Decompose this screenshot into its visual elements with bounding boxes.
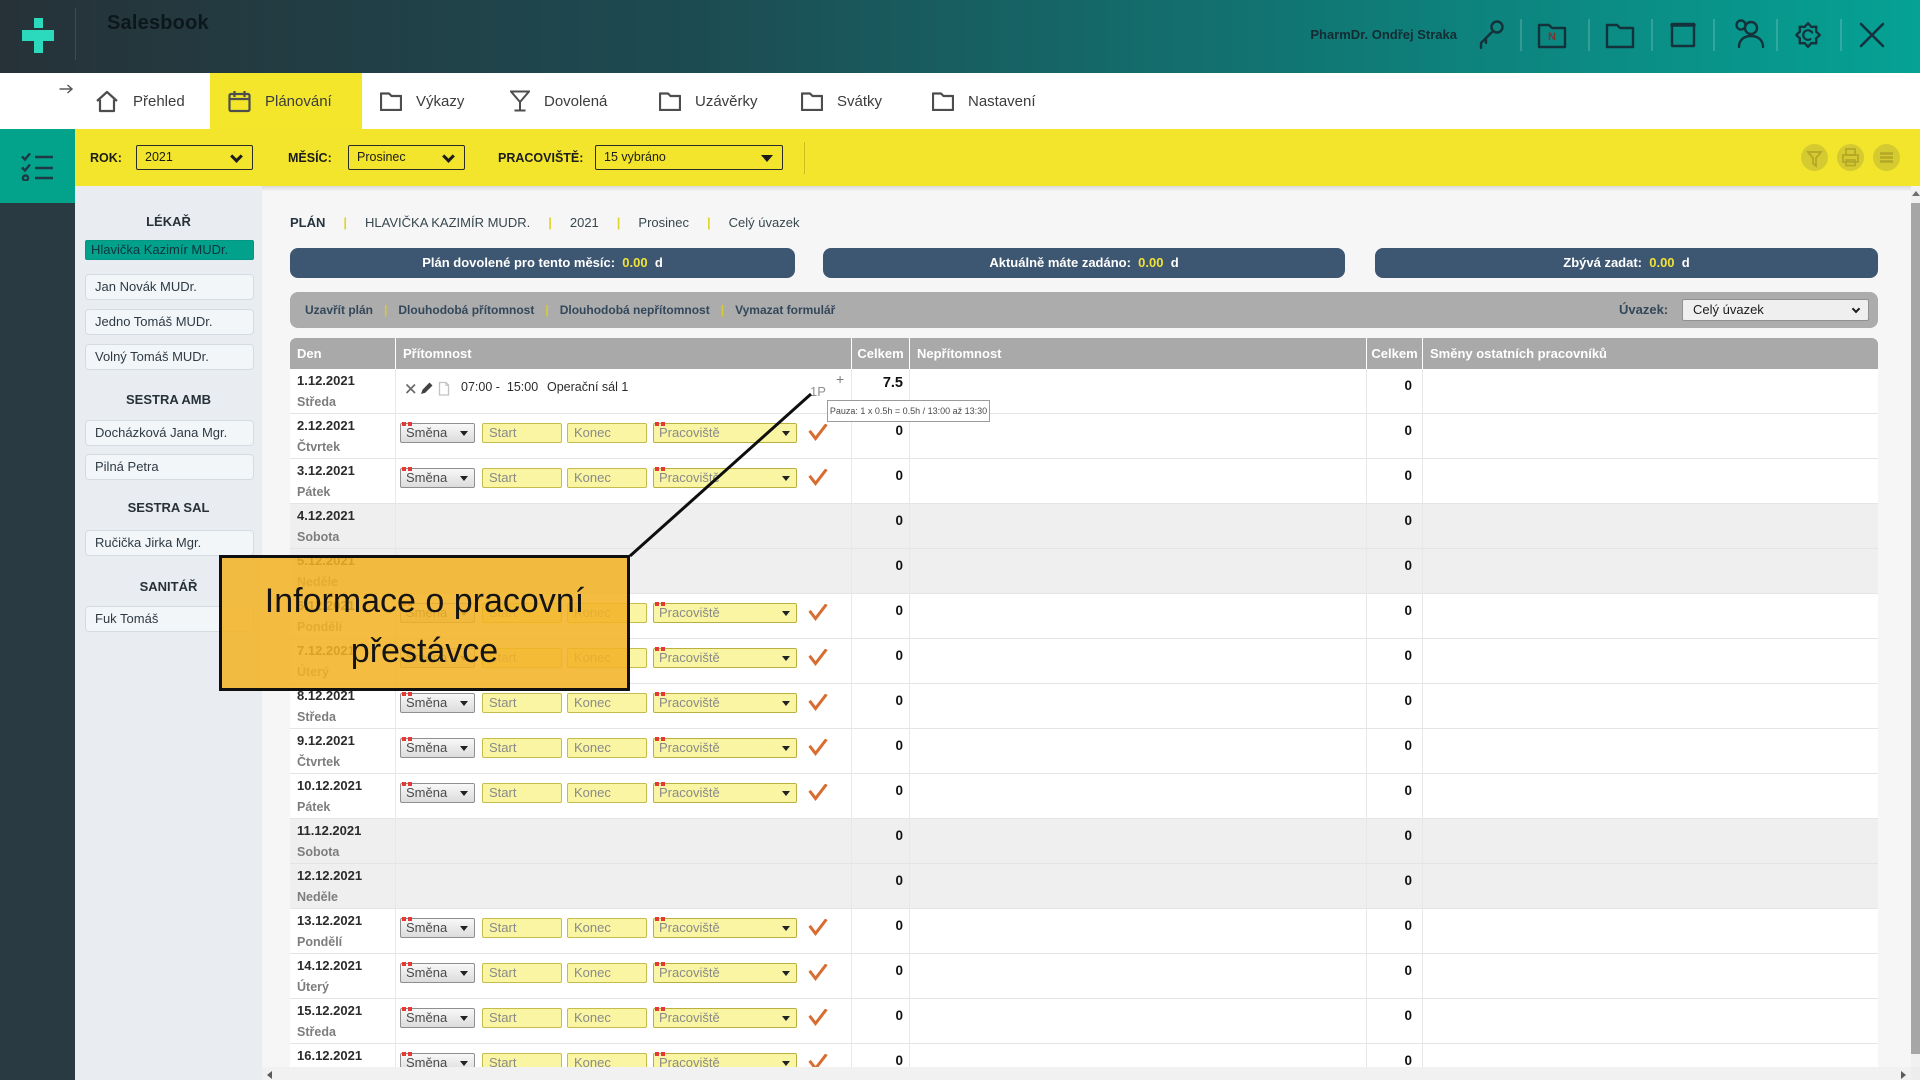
svg-text:N: N	[1548, 31, 1556, 43]
